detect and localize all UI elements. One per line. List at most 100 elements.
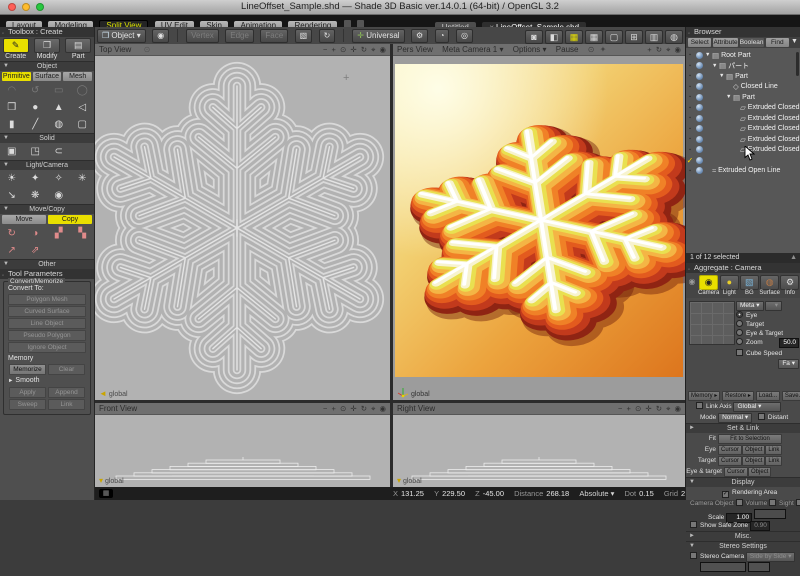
subtab-surface[interactable]: Surface <box>33 72 62 81</box>
viewport-front[interactable]: Front View − + ⊙ ✛ ↻ ⌖ ◉ ▾ global <box>95 403 390 487</box>
cone-icon[interactable]: ▲ <box>47 99 71 116</box>
ambient-light-icon[interactable]: ❋ <box>24 187 48 204</box>
move-tab[interactable]: Move <box>2 215 46 224</box>
tool-settings-button[interactable]: ⚙ <box>411 29 428 43</box>
rotate-tool-button[interactable]: ↻ <box>319 29 336 43</box>
aggregate-tab-bg[interactable]: ▧BG <box>739 275 759 297</box>
solid-extrude-icon[interactable]: ◳ <box>24 143 48 160</box>
link-axis-dropdown[interactable]: Global ▾ <box>733 402 781 412</box>
section-solid[interactable]: ▼Solid <box>0 133 94 143</box>
tree-row[interactable]: ▪≈Extruded Open Line <box>686 166 800 177</box>
target-cursor-button[interactable]: Cursor <box>718 456 742 466</box>
zoom-in-icon[interactable]: + <box>626 404 631 413</box>
display-section[interactable]: ▼Display <box>686 477 800 487</box>
viewport-top[interactable]: + Top View ⊙ − + ⊙ ✛ ↻ ⌖ ◉ ◄ global <box>95 44 390 400</box>
eye-radio[interactable] <box>736 311 743 318</box>
marquee-select-button[interactable]: ▧ <box>295 29 313 43</box>
shading-icon[interactable]: ◉ <box>379 45 387 54</box>
scale-slider[interactable] <box>754 509 786 519</box>
point-light-icon[interactable]: ✧ <box>47 170 71 187</box>
section-other[interactable]: ▼Other <box>0 259 94 269</box>
restore-button[interactable]: Restore ▸ <box>722 391 754 401</box>
distant-checkbox[interactable] <box>758 413 765 420</box>
rounded-cube-icon[interactable]: ▢ <box>71 116 95 133</box>
toolbox-tab-modify[interactable]: ❒Modify <box>31 37 62 61</box>
memorize-button[interactable]: Memorize <box>9 364 46 375</box>
render-flag-icon[interactable] <box>696 62 703 69</box>
gear-icon[interactable]: ⊙ <box>144 45 151 54</box>
lamp-button[interactable]: ◎ <box>456 29 473 43</box>
front-view-controls[interactable]: − + ⊙ ✛ ↻ ⌖ ◉ <box>323 403 387 415</box>
render-preview-icon[interactable]: ◍ <box>665 30 683 44</box>
cube-icon[interactable]: ❒ <box>0 99 24 116</box>
cube-speed-dropdown[interactable]: Fa ▾ <box>778 359 799 369</box>
spotlight-icon[interactable]: ✦ <box>24 170 48 187</box>
zoom-out-icon[interactable]: − <box>618 404 623 413</box>
camera-tool-icon[interactable]: ◉ <box>47 187 71 204</box>
save-button[interactable]: Save... <box>782 391 800 401</box>
render-flag-icon[interactable] <box>696 104 703 111</box>
subtab-mesh[interactable]: Mesh <box>63 72 92 81</box>
coordinate-mode-dropdown[interactable]: Absolute ▾ <box>579 489 614 498</box>
collapse-icon[interactable]: ◦ <box>688 29 690 39</box>
target-object-button[interactable]: Object <box>742 456 765 466</box>
solid-box-icon[interactable]: ▣ <box>0 143 24 160</box>
fit-to-selection-button[interactable]: Fit to Selection <box>718 434 782 444</box>
copy-tab[interactable]: Copy <box>48 215 92 224</box>
zoom-value-field[interactable]: 50.0 <box>779 338 799 348</box>
measure-button[interactable]: ◔ <box>435 29 450 43</box>
eye-object-button[interactable]: Object <box>742 445 765 455</box>
filter-funnel-icon[interactable]: ▼ <box>790 38 799 47</box>
top-view-controls[interactable]: − + ⊙ ✛ ↻ ⌖ ◉ <box>323 44 387 56</box>
tree-row[interactable]: ▪◇Closed Line <box>686 82 800 93</box>
expand-icon[interactable]: ▼ <box>726 94 733 100</box>
render-flag-icon[interactable] <box>696 157 703 164</box>
tree-row[interactable]: ✓ <box>686 155 800 166</box>
collapse-icon[interactable]: ◦ <box>2 29 4 39</box>
tree-row[interactable]: ▪▼▤パート <box>686 61 800 72</box>
magnify-icon[interactable]: ⌖ <box>371 404 376 413</box>
gear-icon[interactable]: ⊙ <box>635 404 642 413</box>
browser-tab-boolean[interactable]: Boolean <box>740 38 764 47</box>
shading-icon[interactable]: ◉ <box>379 404 387 413</box>
stereo-camera-checkbox[interactable] <box>690 552 697 559</box>
grid-copy-icon[interactable]: ▚ <box>71 225 95 242</box>
extrude-copy-icon[interactable]: ⇗ <box>24 242 48 259</box>
mirror-copy-icon[interactable]: ◑ <box>24 225 48 242</box>
sphere-icon[interactable]: ● <box>24 99 48 116</box>
rotate-icon[interactable]: ↻ <box>656 404 663 413</box>
arrow-shape-icon[interactable]: ◁ <box>71 99 95 116</box>
browser-tab-find[interactable]: Find <box>766 38 789 47</box>
rotate-icon[interactable]: ↻ <box>656 45 663 54</box>
four-view-icon[interactable]: ⊞ <box>625 30 643 44</box>
load-button[interactable]: Load... <box>756 391 780 401</box>
zoom-out-icon[interactable]: − <box>323 404 328 413</box>
solid-sweep-icon[interactable]: ⊂ <box>47 143 71 160</box>
universal-manipulator-button[interactable]: ✛ Universal <box>352 29 404 43</box>
expand-icon[interactable]: ▼ <box>719 73 726 79</box>
browser-tab-select[interactable]: Select <box>688 38 711 47</box>
shear-copy-icon[interactable]: ↗ <box>0 242 24 259</box>
subtab-primitive[interactable]: Primitive <box>2 72 31 81</box>
sun-light-icon[interactable]: ☀ <box>0 170 24 187</box>
rotate-icon[interactable]: ↻ <box>361 404 368 413</box>
object-mode-button[interactable]: ❒ Object ▾ <box>97 29 146 43</box>
custom-view-icon[interactable]: ▥ <box>645 30 663 44</box>
render-flag-icon[interactable] <box>696 52 703 59</box>
gear-icon[interactable]: ⊙ <box>340 45 347 54</box>
status-left-button[interactable]: ▦ <box>99 489 113 498</box>
check-icon[interactable]: ✓ <box>686 156 694 165</box>
section-light-camera[interactable]: ▼Light/Camera <box>0 160 94 170</box>
rotate-icon[interactable]: ↻ <box>361 45 368 54</box>
meta-dropdown[interactable]: Meta ▾ <box>736 301 764 311</box>
cube-speed-checkbox[interactable] <box>736 349 743 356</box>
top-view-header[interactable]: Top View ⊙ − + ⊙ ✛ ↻ ⌖ ◉ <box>95 44 390 56</box>
texture-icon[interactable]: ◙ <box>525 30 543 44</box>
tree-row[interactable]: ▪▼▤Part <box>686 71 800 82</box>
zoom-in-icon[interactable]: + <box>331 404 336 413</box>
tree-row[interactable]: ▪▱Extruded Closed <box>686 145 800 156</box>
misc-section[interactable]: ►Misc. <box>686 531 800 541</box>
camera-mode-button[interactable]: ◉ <box>152 29 169 43</box>
render-flag-icon[interactable] <box>696 73 703 80</box>
section-move-copy[interactable]: ▼Move/Copy <box>0 204 94 214</box>
